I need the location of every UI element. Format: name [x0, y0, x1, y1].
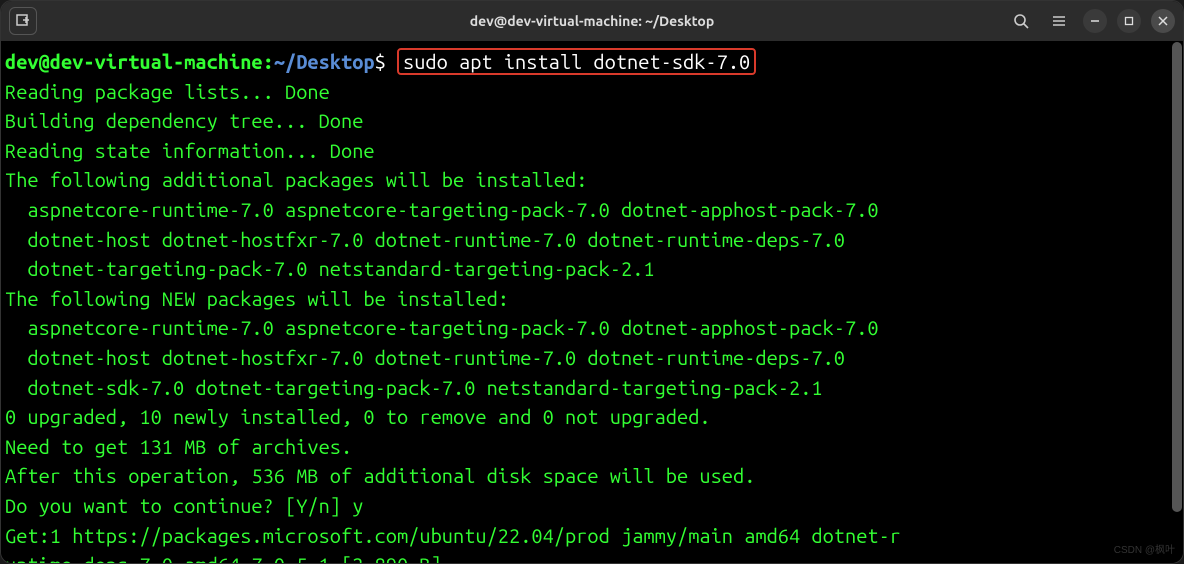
- output-line: dotnet-sdk-7.0 dotnet-targeting-pack-7.0…: [5, 376, 823, 399]
- output-line: dotnet-host dotnet-hostfxr-7.0 dotnet-ru…: [5, 228, 845, 251]
- terminal-window: dev@dev-virtual-machine: ~/Desktop: [0, 0, 1184, 564]
- new-tab-icon: [16, 14, 30, 28]
- output-line: Reading package lists... Done: [5, 80, 330, 103]
- titlebar: dev@dev-virtual-machine: ~/Desktop: [1, 1, 1183, 41]
- window-title: dev@dev-virtual-machine: ~/Desktop: [209, 13, 975, 29]
- output-line: aspnetcore-runtime-7.0 aspnetcore-target…: [5, 198, 879, 221]
- output-line: untime-deps-7.0 amd64 7.0.5-1 [2,890 B]: [5, 553, 442, 563]
- scrollbar[interactable]: [1172, 42, 1182, 552]
- hamburger-icon: [1051, 13, 1067, 29]
- new-tab-button[interactable]: [9, 7, 37, 35]
- output-line: The following additional packages will b…: [5, 168, 587, 191]
- maximize-button[interactable]: [1117, 9, 1141, 33]
- output-line: dotnet-host dotnet-hostfxr-7.0 dotnet-ru…: [5, 346, 845, 369]
- prompt-path: ~/Desktop: [274, 50, 375, 73]
- minimize-icon: [1090, 16, 1100, 26]
- output-line: Do you want to continue? [Y/n] y: [5, 494, 363, 517]
- output-line: Need to get 131 MB of archives.: [5, 435, 352, 458]
- menu-button[interactable]: [1045, 7, 1073, 35]
- output-line: dotnet-targeting-pack-7.0 netstandard-ta…: [5, 257, 655, 280]
- close-icon: [1158, 16, 1168, 26]
- output-line: The following NEW packages will be insta…: [5, 287, 509, 310]
- prompt-colon: :: [263, 50, 274, 73]
- output-line: 0 upgraded, 10 newly installed, 0 to rem…: [5, 405, 711, 428]
- titlebar-left: [9, 7, 209, 35]
- prompt-user-host: dev@dev-virtual-machine: [5, 50, 263, 73]
- minimize-button[interactable]: [1083, 9, 1107, 33]
- prompt-dollar: $: [375, 50, 386, 73]
- scrollbar-thumb[interactable]: [1172, 42, 1182, 512]
- search-icon: [1013, 13, 1029, 29]
- output-line: Building dependency tree... Done: [5, 109, 363, 132]
- close-button[interactable]: [1151, 9, 1175, 33]
- command-highlight: sudo apt install dotnet-sdk-7.0: [397, 48, 756, 75]
- search-button[interactable]: [1007, 7, 1035, 35]
- titlebar-right: [975, 7, 1175, 35]
- output-line: After this operation, 536 MB of addition…: [5, 464, 755, 487]
- output-line: Reading state information... Done: [5, 139, 375, 162]
- output-line: Get:1 https://packages.microsoft.com/ubu…: [5, 524, 901, 547]
- maximize-icon: [1124, 16, 1134, 26]
- output-line: aspnetcore-runtime-7.0 aspnetcore-target…: [5, 316, 879, 339]
- terminal-output-area[interactable]: dev@dev-virtual-machine:~/Desktop$ sudo …: [1, 41, 1183, 563]
- watermark: CSDN @枫叶: [1114, 544, 1175, 559]
